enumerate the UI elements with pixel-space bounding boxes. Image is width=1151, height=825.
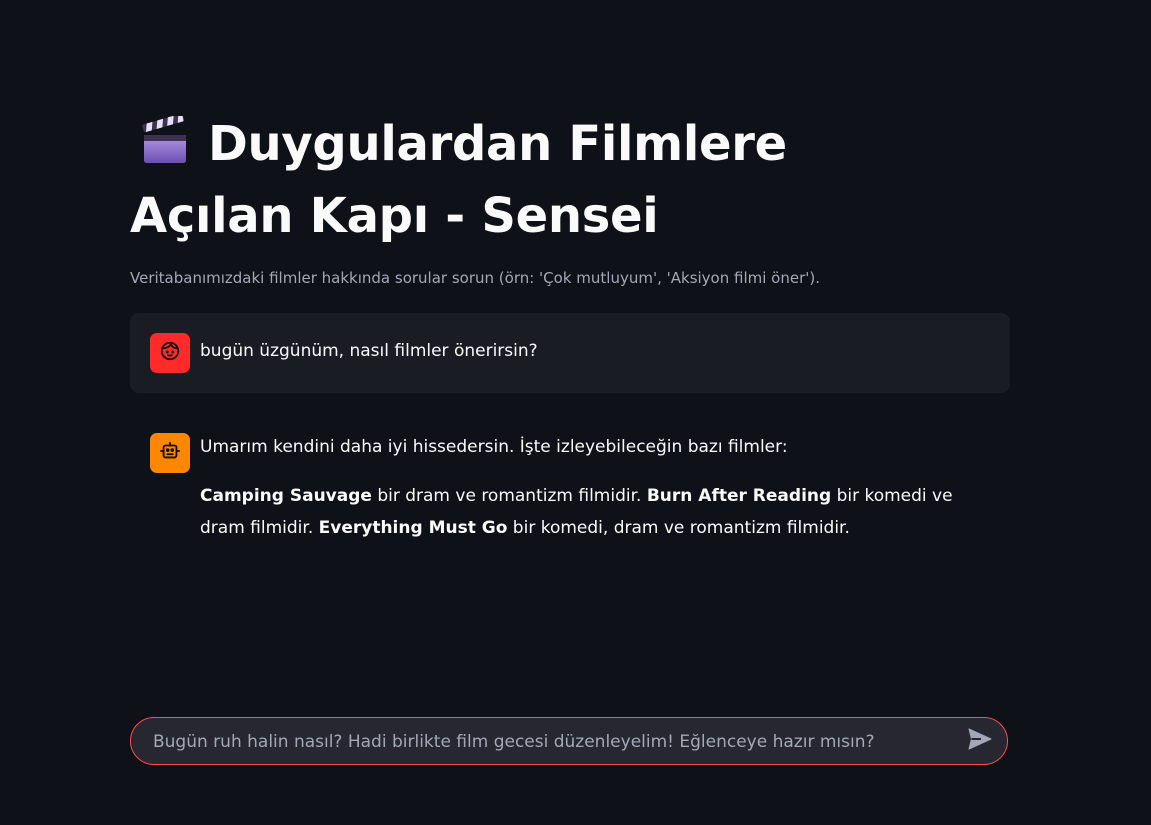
page-caption: Veritabanımızdaki filmler hakkında sorul… [130, 269, 820, 287]
chat-input-container [130, 717, 1008, 766]
assistant-message: Umarım kendini daha iyi hissedersin. İşt… [130, 416, 1010, 566]
user-face-icon [159, 340, 181, 366]
film-description: bir dram ve romantizm filmidir. [371, 486, 647, 507]
user-avatar [150, 333, 190, 373]
film-description: bir komedi, dram ve romantizm filmidir. [507, 518, 850, 539]
page-title: Duygulardan Filmlere Açılan Kapı - Sense… [130, 112, 930, 250]
assistant-message-content: Umarım kendini daha iyi hissedersin. İşt… [200, 436, 990, 545]
send-icon [968, 728, 992, 754]
film-title: Camping Sauvage [200, 486, 372, 507]
chat-input[interactable] [151, 718, 955, 766]
clapper-board-icon [140, 113, 190, 184]
page-title-text: Duygulardan Filmlere Açılan Kapı - Sense… [130, 116, 787, 244]
app-page: Duygulardan Filmlere Açılan Kapı - Sense… [0, 0, 1151, 825]
user-message: bugün üzgünüm, nasıl filmler önerirsin? [130, 313, 1010, 393]
film-title: Burn After Reading [646, 486, 832, 507]
assistant-intro: Umarım kendini daha iyi hissedersin. İşt… [200, 437, 788, 457]
film-title: Everything Must Go [318, 518, 508, 539]
film-list: Camping Sauvage bir dram ve romantizm fi… [200, 480, 990, 545]
assistant-avatar [150, 433, 190, 473]
send-button[interactable] [967, 728, 993, 754]
robot-icon [159, 440, 181, 466]
user-message-text: bugün üzgünüm, nasıl filmler önerirsin? [200, 341, 538, 361]
